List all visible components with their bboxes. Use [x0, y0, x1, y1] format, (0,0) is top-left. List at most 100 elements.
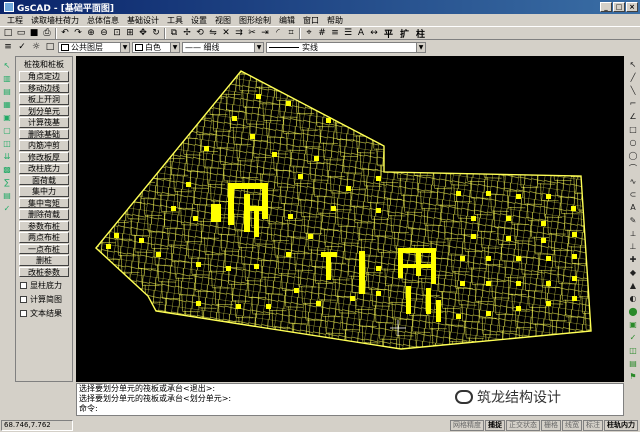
angle-icon[interactable]: ∠ [628, 112, 638, 122]
layer-icon[interactable]: ≡ [329, 27, 341, 39]
checkbox-box[interactable] [20, 310, 27, 317]
cross-icon[interactable]: ✚ [628, 255, 638, 265]
menu-edit[interactable]: 编辑 [275, 15, 299, 26]
menu-tools[interactable]: 工具 [163, 15, 187, 26]
layer-freeze-icon[interactable]: ☼ [30, 41, 42, 53]
panel-checkbox[interactable]: 显柱底力 [20, 280, 72, 291]
panel-button[interactable]: 一点布桩 [19, 243, 69, 254]
check-icon[interactable]: ✓ [628, 333, 638, 343]
erase-icon[interactable]: ✕ [220, 27, 232, 39]
arc-icon[interactable]: ⌒ [628, 164, 638, 174]
panel-button[interactable]: 参数布桩 [19, 220, 69, 231]
zoom-in-icon[interactable]: ⊕ [85, 27, 97, 39]
column-icon[interactable]: ▥ [2, 73, 13, 84]
undo-icon[interactable]: ↶ [59, 27, 71, 39]
toolbar-text-button[interactable]: 扩 [397, 27, 412, 40]
pile-icon[interactable]: ◫ [2, 138, 13, 149]
offset-icon[interactable]: ⇉ [233, 27, 245, 39]
text-icon[interactable]: A [628, 203, 638, 213]
normal-icon[interactable]: ⊥ [628, 242, 638, 252]
color-select[interactable]: 白色 ▼ [132, 41, 180, 53]
status-toggle[interactable]: 柱轨内力 [604, 419, 638, 431]
measure-icon[interactable]: ⌗ [285, 27, 297, 39]
linetype-select[interactable]: 实线 ▼ [266, 41, 426, 53]
snap-icon[interactable]: ⌖ [303, 27, 315, 39]
move-icon[interactable]: ✢ [181, 27, 193, 39]
checkbox-box[interactable] [20, 282, 27, 289]
panel-button[interactable]: 改桩参数 [19, 266, 69, 277]
zoom-all-icon[interactable]: ⊞ [124, 27, 136, 39]
spline-icon[interactable]: ∿ [628, 177, 638, 187]
calc-icon[interactable]: ∑ [2, 177, 13, 188]
menu-view[interactable]: 视图 [211, 15, 235, 26]
zoom-window-icon[interactable]: ⊡ [111, 27, 123, 39]
select-arrow-icon[interactable]: ↖ [2, 60, 13, 71]
close-button[interactable]: × [626, 2, 638, 12]
report-icon[interactable]: ▤ [2, 190, 13, 201]
zoom-out-icon[interactable]: ⊖ [98, 27, 110, 39]
panel-button[interactable]: 面荷载 [19, 174, 69, 185]
panel-button[interactable]: 删桩 [19, 255, 69, 266]
layer-select[interactable]: 公共图层 ▼ [58, 41, 130, 53]
panel-button[interactable]: 划分单元 [19, 105, 69, 116]
slab-icon[interactable]: ▣ [2, 112, 13, 123]
rotate-icon[interactable]: ⟲ [194, 27, 206, 39]
refresh-icon[interactable]: ↻ [150, 27, 162, 39]
status-toggle[interactable]: 标注 [583, 419, 603, 431]
panel-button[interactable]: 内筋冲剪 [19, 140, 69, 151]
raft-icon[interactable]: ▢ [2, 125, 13, 136]
print-icon[interactable]: ⎙ [41, 27, 53, 39]
polyline-icon[interactable]: ╲ [628, 86, 638, 96]
trim-icon[interactable]: ✂ [246, 27, 258, 39]
checkbox-box[interactable] [20, 296, 27, 303]
ellipse-icon[interactable]: ◯ [628, 151, 638, 161]
drawing-canvas[interactable] [76, 56, 624, 382]
menu-general-info[interactable]: 总体信息 [83, 15, 123, 26]
mirror-icon[interactable]: ⇋ [207, 27, 219, 39]
fillet-icon[interactable]: ◜ [272, 27, 284, 39]
minimize-button[interactable]: _ [600, 2, 612, 12]
grid-icon[interactable]: # [316, 27, 328, 39]
load-icon[interactable]: ⇊ [2, 151, 13, 162]
panel-button[interactable]: 删除基础 [19, 128, 69, 139]
text-icon[interactable]: A [355, 27, 367, 39]
panel-button[interactable]: 改柱底力 [19, 163, 69, 174]
toolbar-text-button[interactable]: 柱 [413, 27, 428, 40]
hatch-icon[interactable]: ⊂ [628, 190, 638, 200]
open-icon[interactable]: ▭ [15, 27, 27, 39]
list-icon[interactable]: ▤ [628, 359, 638, 369]
foundation-plan-drawing[interactable] [76, 56, 624, 382]
menu-foundation-design[interactable]: 基础设计 [123, 15, 163, 26]
panel-button[interactable]: 集中弯矩 [19, 197, 69, 208]
diamond-icon[interactable]: ◆ [628, 268, 638, 278]
half-circle-icon[interactable]: ◐ [628, 294, 638, 304]
property-icon[interactable]: ☰ [342, 27, 354, 39]
perpendicular-icon[interactable]: ⟂ [628, 229, 638, 239]
redo-icon[interactable]: ↷ [72, 27, 84, 39]
menu-help[interactable]: 帮助 [323, 15, 347, 26]
beam-icon[interactable]: ▦ [2, 99, 13, 110]
new-icon[interactable]: □ [2, 27, 14, 39]
menu-read-loads[interactable]: 读取墙柱荷力 [27, 15, 83, 26]
layer-visible-icon[interactable]: ✓ [16, 41, 28, 53]
status-toggle[interactable]: 捕捉 [485, 419, 505, 431]
table-icon[interactable]: ◫ [628, 346, 638, 356]
wall-icon[interactable]: ▤ [2, 86, 13, 97]
panel-button[interactable]: 集中力 [19, 186, 69, 197]
block-icon[interactable]: ▣ [628, 320, 638, 330]
panel-button[interactable]: 修改板厚 [19, 151, 69, 162]
panel-button[interactable]: 计算筏基 [19, 117, 69, 128]
panel-checkbox[interactable]: 计算简图 [20, 294, 72, 305]
menu-settings[interactable]: 设置 [187, 15, 211, 26]
toolbar-text-button[interactable]: 平 [381, 27, 396, 40]
maximize-button[interactable]: □ [613, 2, 625, 12]
check-icon[interactable]: ✓ [2, 203, 13, 214]
panel-checkbox[interactable]: 文本结果 [20, 308, 72, 319]
panel-button[interactable]: 板上开洞 [19, 94, 69, 105]
corner-icon[interactable]: ⌐ [628, 99, 638, 109]
menu-window[interactable]: 窗口 [299, 15, 323, 26]
dot-icon[interactable]: ⬤ [628, 307, 638, 317]
panel-button[interactable]: 角点定边 [19, 71, 69, 82]
status-toggle[interactable]: 正交状态 [506, 419, 540, 431]
extend-icon[interactable]: ⇥ [259, 27, 271, 39]
